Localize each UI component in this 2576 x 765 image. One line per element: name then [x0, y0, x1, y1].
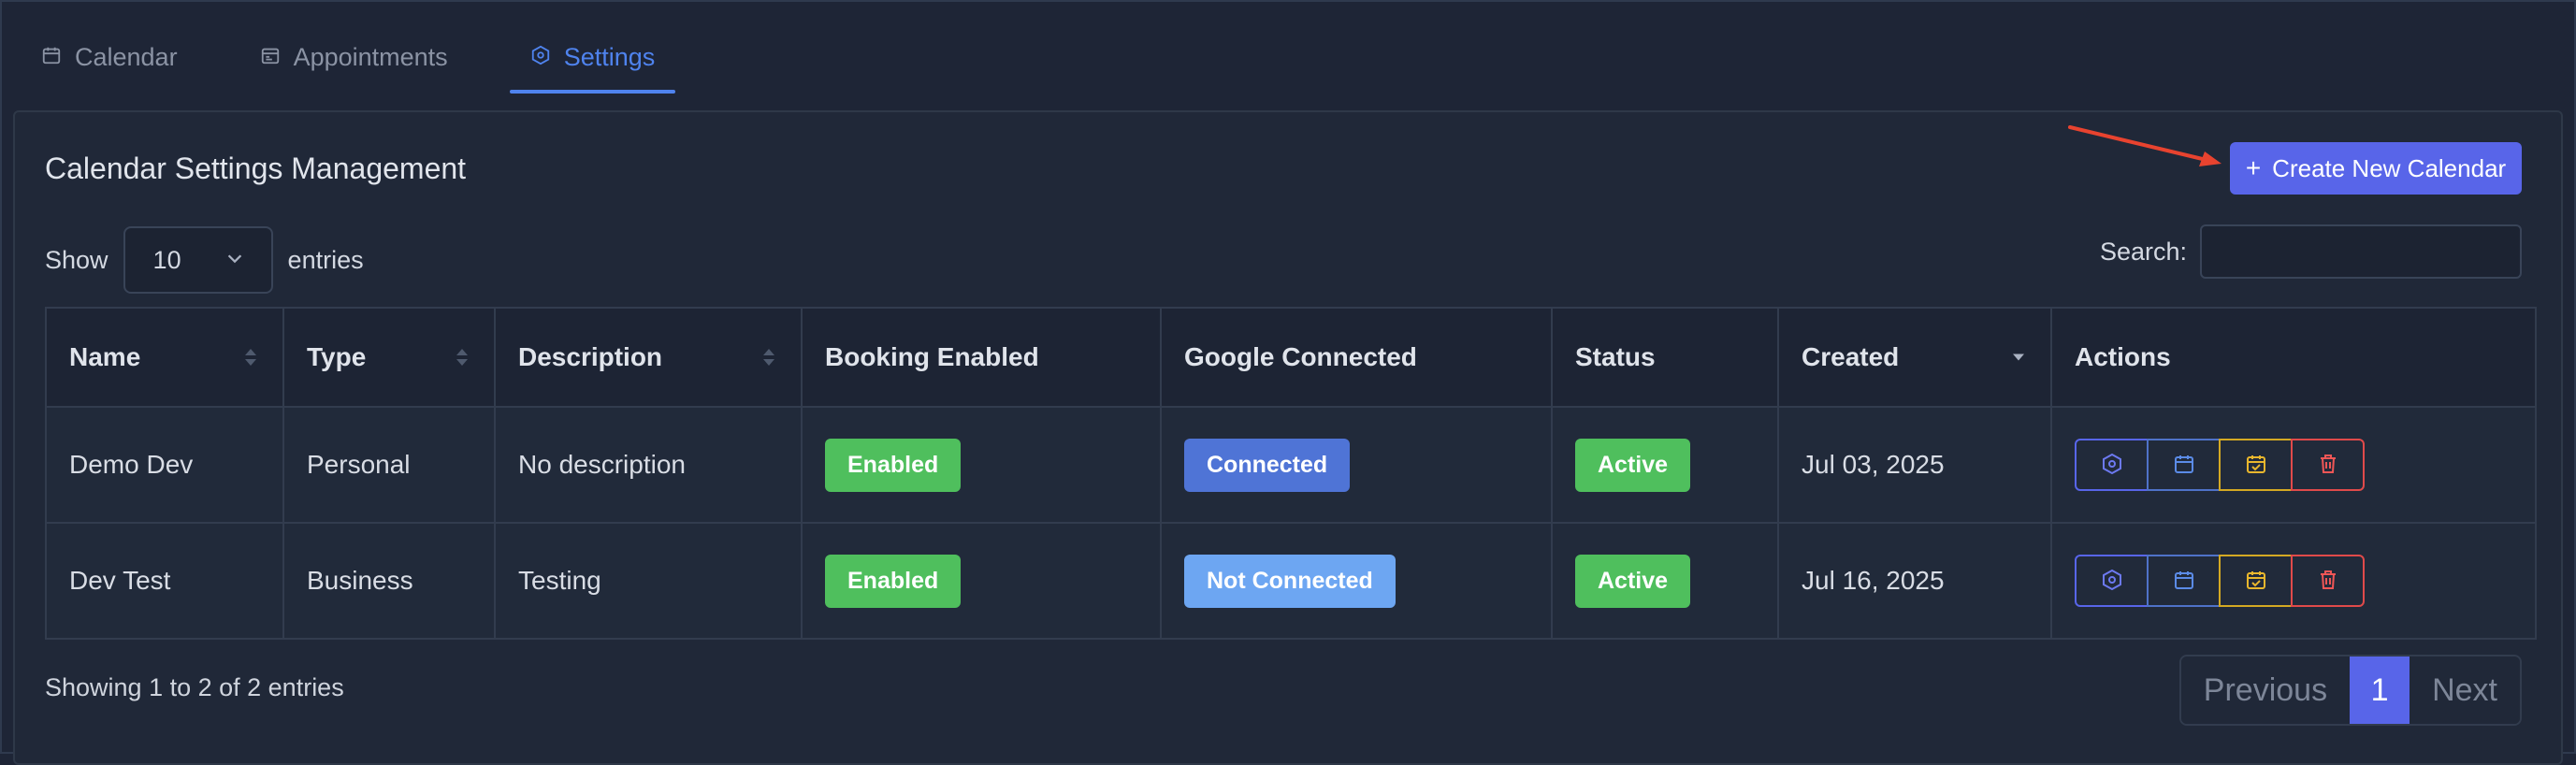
table-row: Dev Test Business Testing Enabled Not Co… — [45, 522, 2537, 640]
search-label: Search: — [2099, 237, 2187, 266]
cell-type: Business — [282, 522, 496, 640]
sort-icon — [245, 349, 256, 366]
cell-name: Dev Test — [45, 522, 284, 640]
google-status-badge: Connected — [1184, 438, 1351, 492]
cell-description: Testing — [494, 522, 803, 640]
row-actions — [2075, 439, 2512, 491]
calendars-table: Name Type Description Booking Enabled Go… — [45, 307, 2537, 640]
settings-icon — [2101, 453, 2123, 478]
availability-button[interactable] — [2219, 555, 2293, 607]
booking-status-badge: Enabled — [825, 438, 962, 492]
booking-status-badge: Enabled — [825, 554, 962, 608]
tab-settings[interactable]: Settings — [509, 21, 676, 94]
calendar-settings-button[interactable] — [2075, 555, 2149, 607]
cell-created: Jul 16, 2025 — [1777, 522, 2052, 640]
column-header-status: Status — [1551, 307, 1779, 408]
table-header-row: Name Type Description Booking Enabled Go… — [45, 307, 2537, 408]
entries-select-value: 10 — [152, 245, 181, 274]
tab-label: Calendar — [75, 42, 178, 71]
table-row: Demo Dev Personal No description Enabled… — [45, 406, 2537, 524]
column-header-booking-enabled: Booking Enabled — [801, 307, 1162, 408]
delete-button[interactable] — [2291, 439, 2365, 491]
column-header-actions: Actions — [2050, 307, 2537, 408]
calendar-settings-button[interactable] — [2075, 439, 2149, 491]
availability-button[interactable] — [2219, 439, 2293, 491]
tab-label: Settings — [563, 42, 656, 71]
calendar-check-icon — [2245, 453, 2267, 478]
tab-calendar[interactable]: Calendar — [21, 21, 198, 94]
trash-icon — [2317, 569, 2339, 594]
entries-length-control: Show 10 entries — [45, 226, 364, 294]
table-info: Showing 1 to 2 of 2 entries — [45, 673, 344, 701]
sort-desc-icon — [2013, 354, 2024, 361]
cell-google: Connected — [1160, 406, 1553, 524]
cell-created: Jul 03, 2025 — [1777, 406, 2052, 524]
tab-label: Appointments — [293, 42, 448, 71]
show-label: Show — [45, 245, 109, 274]
pagination: Previous 1 Next — [2178, 655, 2522, 726]
chevron-down-icon — [224, 246, 245, 275]
create-calendar-label: Create New Calendar — [2272, 153, 2507, 182]
row-actions — [2075, 555, 2512, 607]
sort-icon — [456, 349, 468, 366]
next-page-button[interactable]: Next — [2410, 657, 2520, 724]
cell-booking: Enabled — [801, 522, 1162, 640]
cell-actions — [2050, 406, 2537, 524]
page-button-current[interactable]: 1 — [2350, 657, 2410, 724]
column-header-created[interactable]: Created — [1777, 307, 2052, 408]
calendar-icon — [2173, 453, 2195, 478]
entries-label: entries — [287, 245, 364, 274]
cell-description: No description — [494, 406, 803, 524]
column-header-name[interactable]: Name — [45, 307, 284, 408]
calendar-check-icon — [2245, 569, 2267, 594]
status-badge: Active — [1575, 554, 1691, 608]
column-header-type[interactable]: Type — [282, 307, 496, 408]
settings-icon — [2101, 569, 2123, 594]
plus-icon: + — [2245, 153, 2262, 182]
tab-appointments[interactable]: Appointments — [239, 21, 469, 94]
page-title: Calendar Settings Management — [45, 152, 467, 185]
search-control: Search: — [2100, 224, 2522, 279]
sort-icon — [763, 349, 774, 366]
calendar-icon — [2173, 569, 2195, 594]
settings-card: Calendar Settings Management + Create Ne… — [13, 110, 2563, 765]
view-calendar-button[interactable] — [2147, 555, 2221, 607]
column-header-google-connected: Google Connected — [1160, 307, 1553, 408]
settings-icon — [530, 43, 551, 72]
cell-google: Not Connected — [1160, 522, 1553, 640]
previous-page-button[interactable]: Previous — [2180, 657, 2351, 724]
view-calendar-button[interactable] — [2147, 439, 2221, 491]
column-header-description[interactable]: Description — [494, 307, 803, 408]
calendar-icon — [41, 43, 62, 72]
search-input[interactable] — [2200, 224, 2522, 279]
google-status-badge: Not Connected — [1184, 554, 1396, 608]
delete-button[interactable] — [2291, 555, 2365, 607]
annotation-arrow-icon — [2068, 125, 2221, 166]
cell-booking: Enabled — [801, 406, 1162, 524]
cell-status: Active — [1551, 522, 1779, 640]
cell-actions — [2050, 522, 2537, 640]
status-badge: Active — [1575, 438, 1691, 492]
entries-select[interactable]: 10 — [123, 226, 273, 294]
tab-bar: Calendar Appointments Settings — [21, 21, 716, 94]
cell-name: Demo Dev — [45, 406, 284, 524]
trash-icon — [2317, 453, 2339, 478]
cell-status: Active — [1551, 406, 1779, 524]
appointments-icon — [260, 43, 281, 72]
cell-type: Personal — [282, 406, 496, 524]
create-calendar-button[interactable]: + Create New Calendar — [2230, 142, 2522, 195]
